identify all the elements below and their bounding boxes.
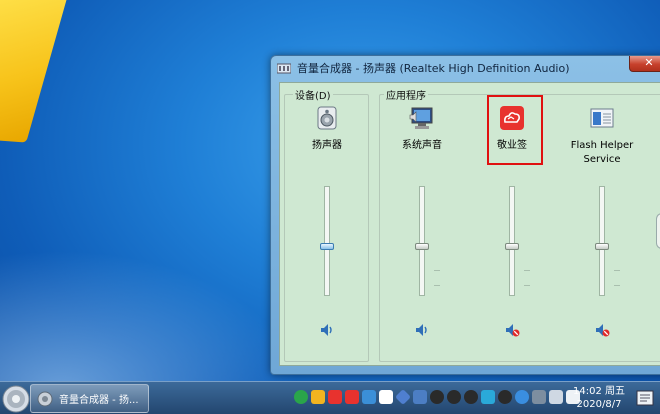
system-tray	[294, 389, 580, 408]
notification-icon[interactable]	[634, 387, 656, 409]
speaker-mute-button[interactable]	[319, 323, 335, 337]
scroll-arrow-edge[interactable]	[656, 213, 660, 249]
clock-time: 14:02 周五	[573, 386, 625, 397]
network-diamond-icon[interactable]	[395, 389, 411, 405]
qq-icon-2[interactable]	[447, 390, 461, 404]
title-bar[interactable]: 音量合成器 - 扬声器 (Realtek High Definition Aud…	[271, 56, 660, 80]
slider-ticks	[614, 270, 620, 300]
start-button[interactable]	[2, 385, 30, 413]
devices-group-label: 设备(D)	[293, 87, 333, 102]
speaker-device-icon	[314, 105, 340, 131]
close-button[interactable]: ✕	[629, 56, 660, 72]
taskbar: 音量合成器 - 扬... 14:02 周五 2020/8/7	[0, 381, 660, 414]
volume-slider-thumb[interactable]	[595, 243, 609, 250]
tray-app-icon[interactable]	[311, 390, 325, 404]
volume-slider-thumb[interactable]	[415, 243, 429, 250]
flash-helper-icon	[589, 105, 615, 131]
channel-name: 扬声器	[312, 140, 342, 151]
channel-name: Flash Helper Service	[570, 140, 634, 165]
network-status-icon[interactable]	[549, 390, 563, 404]
system-sounds-mute-button[interactable]	[414, 323, 430, 337]
wallpaper-glow	[0, 250, 300, 390]
qq-icon-3[interactable]	[464, 390, 478, 404]
system-sounds-icon	[409, 105, 435, 131]
sync-tray-icon[interactable]	[481, 390, 495, 404]
volume-slider-thumb[interactable]	[320, 243, 334, 250]
qq-icon[interactable]	[430, 390, 444, 404]
slider-ticks	[524, 270, 530, 300]
volume-mixer-icon	[37, 391, 53, 407]
channel-name: 系统声音	[402, 140, 442, 151]
mixer-client-area: 设备(D) 扬声器 应用程序 系统声音 敬业签 Flash Helper Ser…	[279, 82, 660, 366]
volume-slider-thumb[interactable]	[505, 243, 519, 250]
jingyeqian-mute-button[interactable]	[504, 323, 520, 337]
tray-expand-icon[interactable]	[532, 390, 546, 404]
document-tray-icon[interactable]	[379, 390, 393, 404]
taskbar-button-label: 音量合成器 - 扬...	[59, 395, 139, 406]
applications-group-label: 应用程序	[384, 87, 428, 102]
window-title: 音量合成器 - 扬声器 (Realtek High Definition Aud…	[297, 62, 570, 75]
browser-tray-icon[interactable]	[515, 390, 529, 404]
clock-date: 2020/8/7	[576, 399, 622, 410]
volume-slider-track[interactable]	[324, 186, 330, 296]
volume-mixer-icon	[276, 62, 292, 74]
input-method-icon[interactable]	[413, 390, 427, 404]
jingyeqian-tray-icon-2[interactable]	[345, 390, 359, 404]
devices-group: 设备(D) 扬声器	[284, 87, 369, 362]
applications-group: 应用程序 系统声音 敬业签 Flash Helper Service	[379, 87, 660, 362]
taskbar-volume-mixer-button[interactable]: 音量合成器 - 扬...	[30, 384, 149, 413]
volume-slider-track[interactable]	[419, 186, 425, 296]
flash-helper-mute-button[interactable]	[594, 323, 610, 337]
cloud-tray-icon[interactable]	[362, 390, 376, 404]
jingyeqian-tray-icon[interactable]	[328, 390, 342, 404]
volume-mixer-window: 音量合成器 - 扬声器 (Realtek High Definition Aud…	[270, 55, 660, 375]
volume-slider-track[interactable]	[509, 186, 515, 296]
highlight-box	[487, 95, 543, 165]
taskbar-clock[interactable]: 14:02 周五 2020/8/7	[572, 385, 626, 411]
volume-slider-track[interactable]	[599, 186, 605, 296]
qq-icon-4[interactable]	[498, 390, 512, 404]
slider-ticks	[434, 270, 440, 300]
wechat-icon[interactable]	[294, 390, 308, 404]
wallpaper-decoration	[0, 0, 69, 143]
